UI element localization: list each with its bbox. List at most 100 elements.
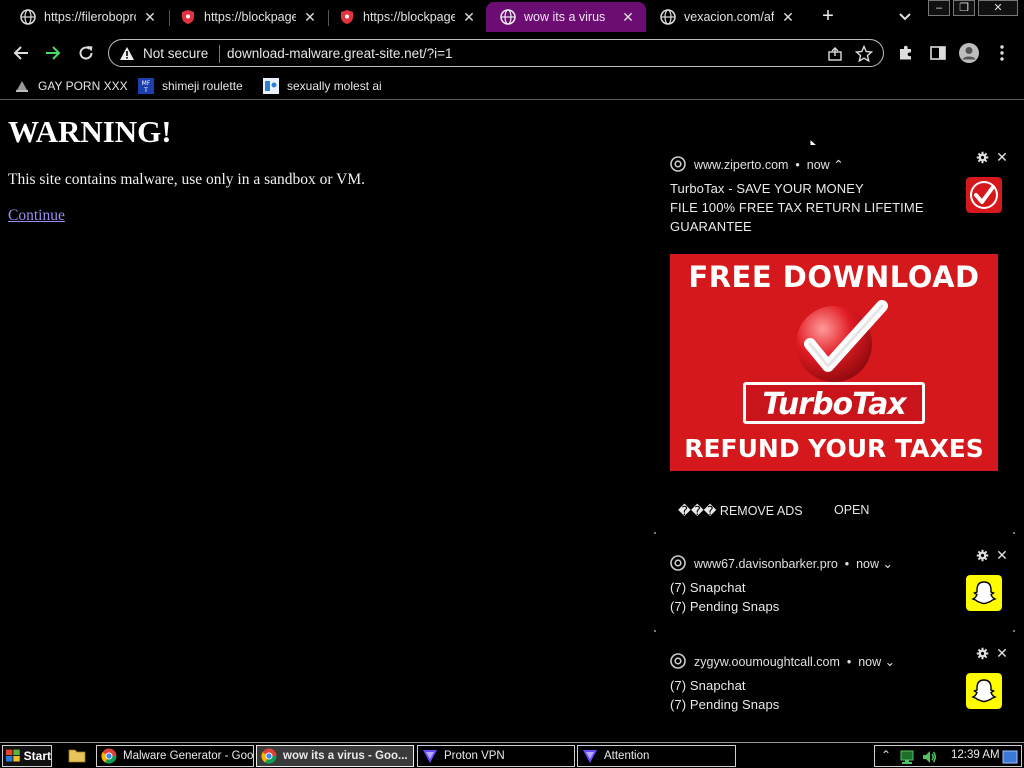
notification-line: (7) Pending Snaps [670,599,780,614]
notification-line: TurboTax - SAVE YOUR MONEY [670,181,864,196]
notification-line: (7) Snapchat [670,580,746,595]
close-icon[interactable]: ✕ [995,645,1009,662]
tab-search-chevron-icon[interactable] [895,6,915,26]
close-icon[interactable]: ✕ [995,149,1009,166]
side-panel-button[interactable] [927,42,949,64]
show-desktop-icon[interactable] [1002,749,1018,765]
url-text[interactable]: download-malware.great-site.net/?i=1 [227,46,453,61]
notification-snapchat-2[interactable]: zygyw.ooumoughtcall.com • now ⌄ ✕ (7) Sn… [654,641,1016,727]
tray-expand-icon[interactable]: ⌃ [878,748,894,764]
bookmark-item[interactable]: GAY PORN XXX [14,76,128,96]
minimize-button[interactable]: – [928,0,950,16]
security-label[interactable]: Not secure [143,46,208,61]
open-button[interactable]: OPEN [834,503,869,517]
tab-close-button[interactable]: ✕ [620,9,636,26]
gear-icon[interactable] [976,549,989,562]
taskbar-button-wow-its-a-virus[interactable]: wow its a virus - Goo... [256,745,414,767]
notification-time: now [856,557,880,571]
bookmark-item[interactable]: MF T shimeji roulette [138,76,243,96]
forward-button[interactable] [40,41,66,65]
source-domain: www67.davisonbarker.pro [694,557,838,571]
chrome-icon [101,748,117,764]
warning-message: This site contains malware, use only in … [8,171,366,188]
volume-icon[interactable] [921,749,937,765]
proton-vpn-icon [583,750,597,763]
tab-title: https://blockpage [204,10,296,24]
taskbar-button-malware-generator[interactable]: Malware Generator - Goo... [96,745,254,767]
page-title: WARNING! [8,114,172,149]
expand-chevron-icon[interactable]: ⌄ [885,655,895,669]
tab-close-button[interactable]: ✕ [780,9,796,26]
reload-button[interactable] [73,41,99,65]
tab-vexacion[interactable]: vexacion.com/afu ✕ [646,2,806,32]
profile-avatar-icon [959,43,979,63]
puzzle-piece-icon [900,45,911,60]
bookmark-item[interactable]: sexually molest ai [263,76,382,96]
notification-snapchat-1[interactable]: www67.davisonbarker.pro • now ⌄ ✕ (7) Sn… [654,543,1016,629]
remove-ads-button[interactable]: ��� REMOVE ADS [678,503,803,518]
expand-chevron-icon[interactable]: ⌄ [883,557,893,571]
continue-link[interactable]: Continue [8,207,65,225]
gear-icon[interactable] [976,647,989,660]
notification-time: now [858,655,882,669]
restore-button[interactable]: ❐ [953,0,975,16]
bookmarks-bar: GAY PORN XXX MF T shimeji roulette sexual… [0,72,1024,100]
tab-fileroboprot[interactable]: https://fileroboprot ✕ [6,2,168,32]
start-label: Start [23,749,51,763]
svg-text:T: T [143,87,148,94]
taskbar-button-label: wow its a virus - Goo... [283,750,408,762]
clock: 12:39 AM [951,749,1000,761]
folder-icon[interactable] [68,747,86,763]
notification-turbotax[interactable]: www.ziperto.com • now ⌃ ✕ TurboTax - SAV… [654,145,1016,535]
collapse-chevron-icon[interactable]: ⌃ [833,158,843,172]
bookmark-label: sexually molest ai [287,79,382,93]
snapchat-ghost-icon [966,673,1002,709]
side-panel-icon [930,46,946,60]
share-icon[interactable] [827,46,843,62]
chrome-icon [670,156,686,172]
close-icon[interactable]: ✕ [995,547,1009,564]
tab-close-button[interactable]: ✕ [302,9,318,26]
taskbar-button-proton-vpn[interactable]: Proton VPN [417,745,575,767]
extensions-button[interactable] [895,42,917,64]
tab-blockpage-1[interactable]: https://blockpage ✕ [166,2,328,32]
notification-corner-mark [1013,532,1015,534]
new-tab-button[interactable]: + [816,4,840,28]
bookmark-favicon-1 [16,81,28,92]
tab-wow-its-a-virus[interactable]: wow its a virus ✕ [486,2,646,32]
bookmark-star-icon[interactable] [855,45,873,63]
tab-close-button[interactable]: ✕ [142,9,158,26]
forward-arrow-icon [46,46,61,60]
notification-source: www.ziperto.com • now ⌃ [694,158,844,172]
taskbar-button-label: Proton VPN [444,750,505,762]
notification-line: FILE 100% FREE TAX RETURN LIFETIME [670,200,924,215]
ad-headline: FREE DOWNLOAD [688,260,980,294]
tab-title: https://fileroboprot [44,10,136,24]
ad-footer: REFUND YOUR TAXES [684,434,984,463]
chrome-icon [261,748,277,764]
ad-image[interactable]: FREE DOWNLOAD TurboTax REFUND YOUR TAXES [670,254,998,471]
bookmark-favicon-2: MFT [138,78,154,94]
notification-source: zygyw.ooumoughtcall.com • now ⌄ [694,655,896,669]
network-icon[interactable] [899,749,915,765]
taskbar-button-attention[interactable]: Attention [577,745,736,767]
taskbar-button-label: Attention [604,750,650,762]
taskbar: Start Malware Generator - Goo... wow its… [0,742,1024,768]
address-bar[interactable]: Not secure download-malware.great-site.n… [108,39,884,67]
notification-corner-mark [654,630,656,632]
ad-brand-text: TurboTax [762,387,906,422]
back-button[interactable] [8,41,34,65]
gear-icon[interactable] [976,151,989,164]
tab-close-button[interactable]: ✕ [461,9,477,26]
globe-icon [660,9,676,25]
start-button[interactable]: Start [2,745,52,767]
bookmark-label: shimeji roulette [162,79,243,93]
shield-icon [341,10,353,24]
proton-vpn-icon [423,750,437,763]
kebab-menu-icon [1000,45,1004,61]
profile-button[interactable] [958,42,980,64]
warning-triangle-icon[interactable] [119,46,135,62]
tab-blockpage-2[interactable]: https://blockpage ✕ [325,2,487,32]
menu-button[interactable] [991,42,1013,64]
window-close-button[interactable]: ✕ [978,0,1018,16]
